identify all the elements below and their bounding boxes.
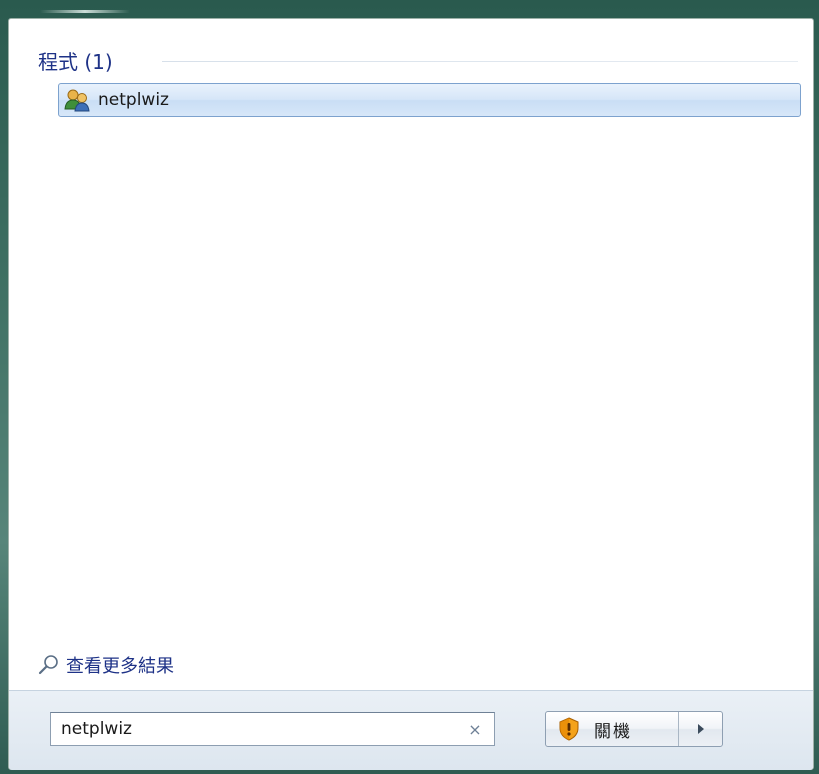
group-divider: [162, 61, 798, 62]
result-item-netplwiz[interactable]: netplwiz: [58, 83, 801, 117]
see-more-label: 查看更多結果: [66, 656, 174, 677]
shutdown-button[interactable]: 關機: [546, 712, 679, 746]
power-options-arrow-button[interactable]: [679, 712, 722, 746]
see-more-results-link[interactable]: 查看更多結果: [38, 652, 174, 678]
power-buttons: 關機: [545, 711, 723, 747]
uac-shield-icon: [558, 717, 580, 741]
clear-search-icon[interactable]: ×: [460, 714, 490, 744]
programs-group-header: 程式 (1): [38, 47, 113, 74]
frame-glint: [40, 10, 130, 13]
search-input[interactable]: [51, 713, 460, 745]
search-box[interactable]: ×: [50, 712, 495, 746]
magnifier-icon: [38, 654, 60, 676]
programs-group-label: 程式 (1): [38, 49, 113, 74]
shutdown-label: 關機: [594, 721, 632, 742]
users-icon: [64, 88, 90, 112]
result-label: netplwiz: [98, 90, 169, 110]
right-arrow-icon: [697, 724, 704, 734]
